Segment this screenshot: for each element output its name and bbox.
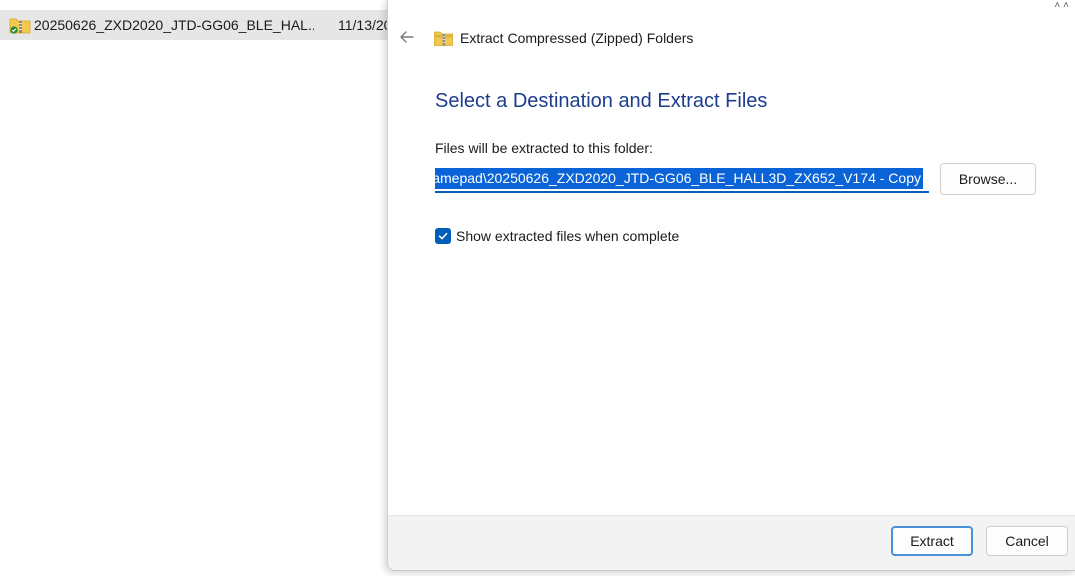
show-extracted-files-label: Show extracted files when complete (456, 228, 680, 244)
zip-folder-icon (434, 30, 453, 46)
zip-folder-icon (9, 16, 31, 34)
show-extracted-files-checkbox[interactable] (435, 228, 451, 244)
destination-path-text: amepad\20250626_ZXD2020_JTD-GG06_BLE_HAL… (435, 168, 923, 189)
back-arrow-icon[interactable] (396, 26, 418, 48)
screen: 20250626_ZXD2020_JTD-GG06_BLE_HAL... 11/… (0, 0, 1075, 576)
destination-path-input[interactable]: amepad\20250626_ZXD2020_JTD-GG06_BLE_HAL… (435, 165, 929, 193)
dialog-footer: Extract Cancel (388, 515, 1075, 570)
extract-dialog: ˄˄ Extract Compressed (Zipped) Folders S… (387, 0, 1075, 571)
page-heading: Select a Destination and Extract Files (435, 90, 768, 112)
file-explorer-background: 20250626_ZXD2020_JTD-GG06_BLE_HAL... 11/… (0, 0, 400, 576)
file-row[interactable]: 20250626_ZXD2020_JTD-GG06_BLE_HAL... 11/… (0, 10, 400, 40)
dialog-title: Extract Compressed (Zipped) Folders (460, 30, 694, 46)
checkmark-icon (438, 232, 448, 240)
browse-button[interactable]: Browse... (940, 163, 1036, 195)
destination-label: Files will be extracted to this folder: (435, 140, 653, 156)
show-extracted-files-option[interactable]: Show extracted files when complete (435, 228, 679, 244)
file-name: 20250626_ZXD2020_JTD-GG06_BLE_HAL... (34, 17, 314, 33)
window-corner-marks: ˄˄ (1054, 0, 1072, 11)
cancel-button[interactable]: Cancel (986, 526, 1068, 556)
extract-button[interactable]: Extract (891, 526, 973, 556)
file-date-modified: 11/13/20 (338, 17, 392, 33)
